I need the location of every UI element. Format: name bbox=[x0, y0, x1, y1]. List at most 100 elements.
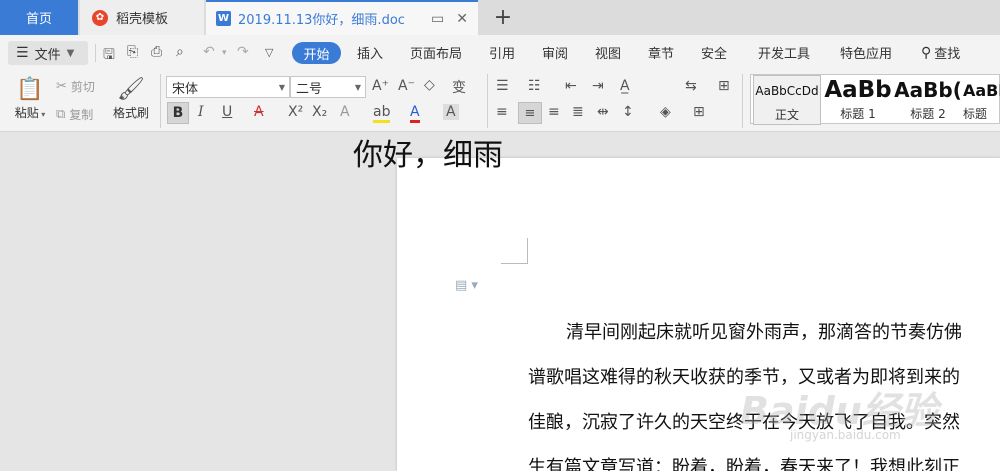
subscript-icon[interactable]: X₂ bbox=[312, 104, 327, 120]
italic-icon[interactable]: I bbox=[198, 104, 204, 120]
format-painter-button[interactable]: 🖌 格式刷 bbox=[108, 76, 154, 121]
borders-icon[interactable]: ⊞ bbox=[693, 104, 705, 120]
character-shading-icon[interactable]: A bbox=[443, 104, 459, 120]
close-tab-icon[interactable]: ✕ bbox=[456, 11, 468, 27]
menu-tab-developer[interactable]: 开发工具 bbox=[758, 35, 810, 70]
underline-icon[interactable]: U bbox=[222, 104, 232, 120]
font-size-value: 二号 bbox=[296, 81, 323, 97]
numbered-list-icon[interactable]: ☷ bbox=[528, 78, 541, 94]
strikethrough-icon[interactable]: A bbox=[254, 104, 264, 120]
font-name-select[interactable]: 宋体 ▼ bbox=[166, 76, 290, 98]
bold-button[interactable]: B bbox=[167, 102, 189, 124]
style-preview: AaBbCcDd bbox=[755, 84, 819, 98]
tab-template[interactable]: ✿ 稻壳模板 bbox=[80, 0, 204, 35]
shading-icon[interactable]: ◈ bbox=[660, 104, 671, 120]
print-icon[interactable]: ⎙ bbox=[151, 44, 162, 60]
clear-format-icon[interactable]: ◇ bbox=[424, 77, 435, 93]
superscript-icon[interactable]: X² bbox=[288, 104, 303, 120]
style-preview: AaBb( bbox=[894, 78, 962, 102]
search-icon: ⚲ bbox=[921, 44, 932, 61]
watermark: Baidu经验 bbox=[740, 389, 938, 433]
undo-dropdown-icon[interactable]: ▾ bbox=[222, 48, 227, 58]
document-line[interactable]: 生有篇文章写道：盼着，盼着，春天来了！我想此刻正 bbox=[528, 453, 960, 471]
output-icon[interactable]: ⎘ bbox=[127, 44, 138, 60]
scissors-icon: ✂ bbox=[56, 79, 67, 94]
docer-logo-icon: ✿ bbox=[92, 9, 108, 26]
phonetic-guide-icon[interactable]: 变 bbox=[452, 77, 466, 97]
menu-tab-chapter-label: 章节 bbox=[648, 47, 675, 62]
show-marks-icon[interactable]: ⊞ bbox=[718, 78, 730, 94]
cut-button[interactable]: ✂ 剪切 bbox=[56, 78, 95, 95]
tab-bar: 首页 ✿ 稻壳模板 W 2019.11.13你好，细雨.doc ▭ ✕ + bbox=[0, 0, 1000, 35]
word-doc-icon: W bbox=[216, 11, 231, 26]
pin-window-icon[interactable]: ▭ bbox=[431, 11, 444, 27]
menu-tab-features[interactable]: 特色应用 bbox=[840, 35, 892, 70]
file-menu-button[interactable]: ☰ 文件 ▼ bbox=[8, 41, 88, 65]
style-heading-2[interactable]: AaBb( 标题 2 bbox=[893, 75, 963, 125]
redo-icon[interactable]: ↷ bbox=[237, 44, 249, 60]
menu-tab-references[interactable]: 引用 bbox=[489, 35, 515, 70]
bullet-list-icon[interactable]: ☰ bbox=[496, 78, 509, 94]
copy-button[interactable]: ⧉ 复制 bbox=[56, 106, 93, 123]
menu-tab-chapter[interactable]: 章节 bbox=[648, 35, 674, 70]
align-left-icon[interactable]: ≡ bbox=[496, 104, 508, 120]
brush-icon: 🖌 bbox=[117, 77, 145, 102]
menu-tab-start-label: 开始 bbox=[303, 47, 330, 63]
clipboard-icon: 📋 bbox=[16, 77, 44, 102]
align-right-icon[interactable]: ≡ bbox=[548, 104, 560, 120]
line-spacing-icon[interactable]: ⇆ bbox=[685, 78, 697, 94]
new-tab-button[interactable]: + bbox=[486, 0, 520, 35]
menu-tab-developer-label: 开发工具 bbox=[758, 47, 811, 62]
decrease-font-icon[interactable]: A⁻ bbox=[398, 78, 415, 94]
save-icon[interactable]: 🖫 bbox=[103, 44, 115, 68]
increase-indent-icon[interactable]: ⇥ bbox=[592, 78, 604, 94]
highlight-icon[interactable]: ab bbox=[373, 104, 391, 123]
customize-toolbar-icon[interactable]: ▽ bbox=[265, 46, 273, 59]
font-size-select[interactable]: 二号 ▼ bbox=[290, 76, 366, 98]
font-color-icon[interactable]: A bbox=[410, 104, 420, 123]
paste-button[interactable]: 📋 粘贴 ▾ bbox=[10, 76, 50, 121]
menu-tab-security-label: 安全 bbox=[701, 47, 728, 62]
print-preview-icon[interactable]: ⌕ bbox=[176, 44, 184, 60]
chevron-down-icon: ▼ bbox=[278, 82, 285, 92]
menu-tab-start[interactable]: 开始 bbox=[292, 42, 341, 64]
distribute-icon[interactable]: ⇹ bbox=[597, 104, 609, 120]
cut-label: 剪切 bbox=[70, 80, 95, 94]
divider bbox=[95, 44, 96, 62]
increase-font-icon[interactable]: A⁺ bbox=[372, 78, 389, 94]
style-label: 正文 bbox=[774, 108, 799, 122]
align-center-button[interactable]: ≡ bbox=[518, 102, 542, 124]
undo-icon[interactable]: ↶ bbox=[203, 44, 215, 60]
chevron-down-icon: ▼ bbox=[66, 47, 75, 59]
file-menu-label: 文件 bbox=[34, 47, 61, 63]
menu-tab-review-label: 审阅 bbox=[542, 47, 569, 62]
style-heading-1[interactable]: AaBb 标题 1 bbox=[823, 75, 893, 125]
copy-label: 复制 bbox=[69, 108, 94, 122]
chinese-layout-icon[interactable]: A̲ bbox=[620, 78, 630, 94]
hamburger-icon: ☰ bbox=[16, 45, 29, 61]
style-preview: AaBb bbox=[963, 80, 1000, 100]
menu-tab-review[interactable]: 审阅 bbox=[542, 35, 568, 70]
text-effect-icon[interactable]: A bbox=[340, 104, 350, 120]
menu-tab-security[interactable]: 安全 bbox=[701, 35, 727, 70]
document-title[interactable]: 你好，细雨 bbox=[353, 130, 503, 174]
watermark-url: jingyan.baidu.com bbox=[790, 428, 901, 442]
style-title[interactable]: AaBb 标题 bbox=[963, 75, 1000, 125]
decrease-indent-icon[interactable]: ⇤ bbox=[565, 78, 577, 94]
menu-tab-view[interactable]: 视图 bbox=[595, 35, 621, 70]
search-button[interactable]: ⚲ 查找 bbox=[921, 35, 960, 70]
justify-icon[interactable]: ≣ bbox=[572, 104, 584, 120]
paragraph-spacing-icon[interactable]: ↕ bbox=[622, 104, 634, 120]
menu-tab-insert[interactable]: 插入 bbox=[357, 35, 383, 70]
menu-tab-page-layout[interactable]: 页面布局 bbox=[410, 35, 462, 70]
tab-document[interactable]: W 2019.11.13你好，细雨.doc ▭ ✕ bbox=[206, 0, 478, 35]
tab-home[interactable]: 首页 bbox=[0, 0, 78, 35]
document-line[interactable]: 清早间刚起床就听见窗外雨声，那滴答的节奏仿佛 bbox=[566, 318, 962, 344]
style-normal[interactable]: AaBbCcDd 正文 bbox=[753, 75, 821, 125]
paragraph-layout-icon[interactable]: ▤ ▾ bbox=[455, 278, 478, 293]
divider bbox=[742, 74, 743, 128]
copy-icon: ⧉ bbox=[56, 107, 66, 122]
font-name-value: 宋体 bbox=[172, 81, 199, 97]
menu-tab-features-label: 特色应用 bbox=[840, 47, 893, 62]
paste-label: 粘贴 bbox=[14, 106, 39, 120]
